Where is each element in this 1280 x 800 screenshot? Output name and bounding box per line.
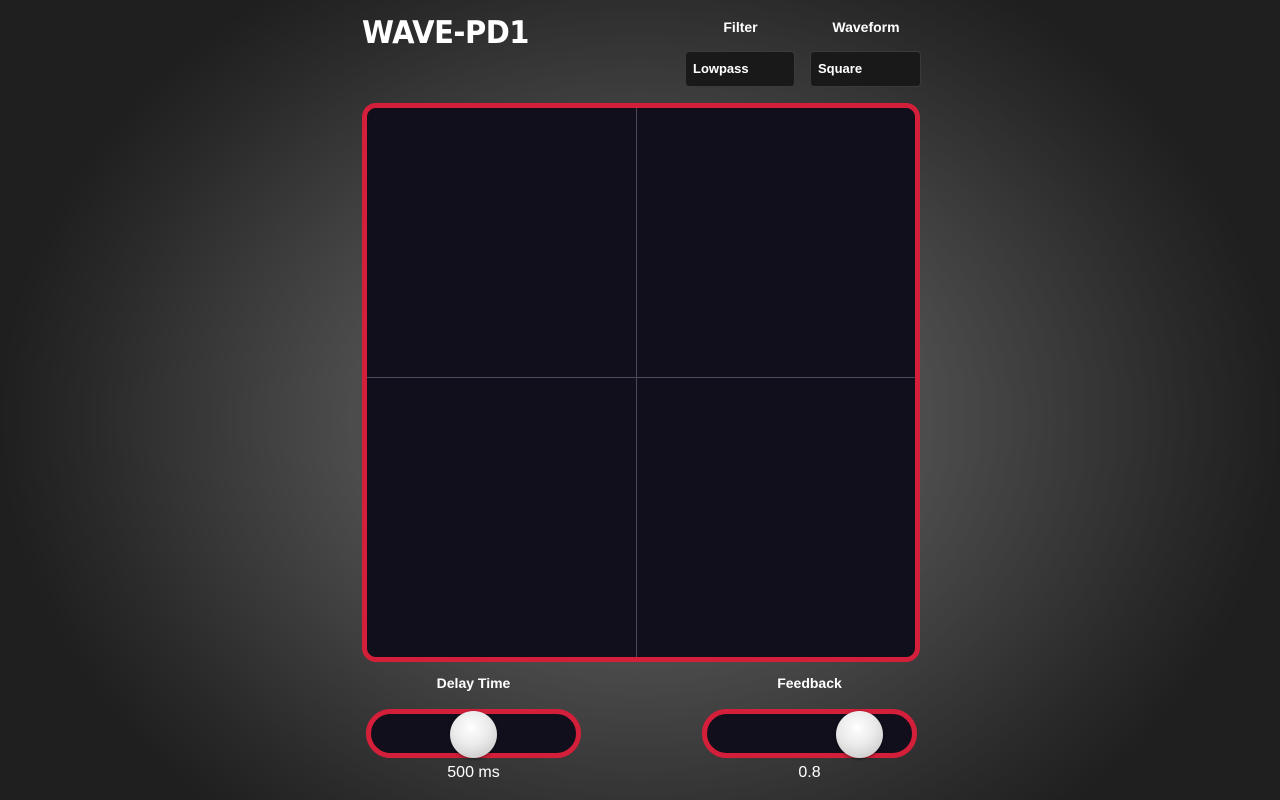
feedback-slider[interactable] bbox=[702, 709, 917, 758]
delay-time-value: 500 ms bbox=[447, 764, 500, 781]
feedback-value: 0.8 bbox=[798, 764, 821, 781]
xy-pad-horizontal-gridline bbox=[367, 377, 915, 378]
filter-select[interactable]: Lowpass bbox=[685, 51, 795, 87]
feedback-slider-thumb[interactable] bbox=[835, 711, 883, 758]
xy-pad-vertical-gridline bbox=[636, 108, 637, 657]
filter-label: Filter bbox=[723, 19, 758, 35]
feedback-label: Feedback bbox=[777, 675, 842, 691]
delay-time-label: Delay Time bbox=[436, 675, 511, 691]
delay-time-slider[interactable] bbox=[366, 709, 581, 758]
app-title: WAVE-PD1 bbox=[362, 14, 529, 51]
waveform-label: Waveform bbox=[832, 19, 900, 35]
xy-pad[interactable] bbox=[362, 103, 920, 662]
waveform-select[interactable]: Square bbox=[810, 51, 921, 87]
delay-time-slider-thumb[interactable] bbox=[449, 711, 497, 758]
